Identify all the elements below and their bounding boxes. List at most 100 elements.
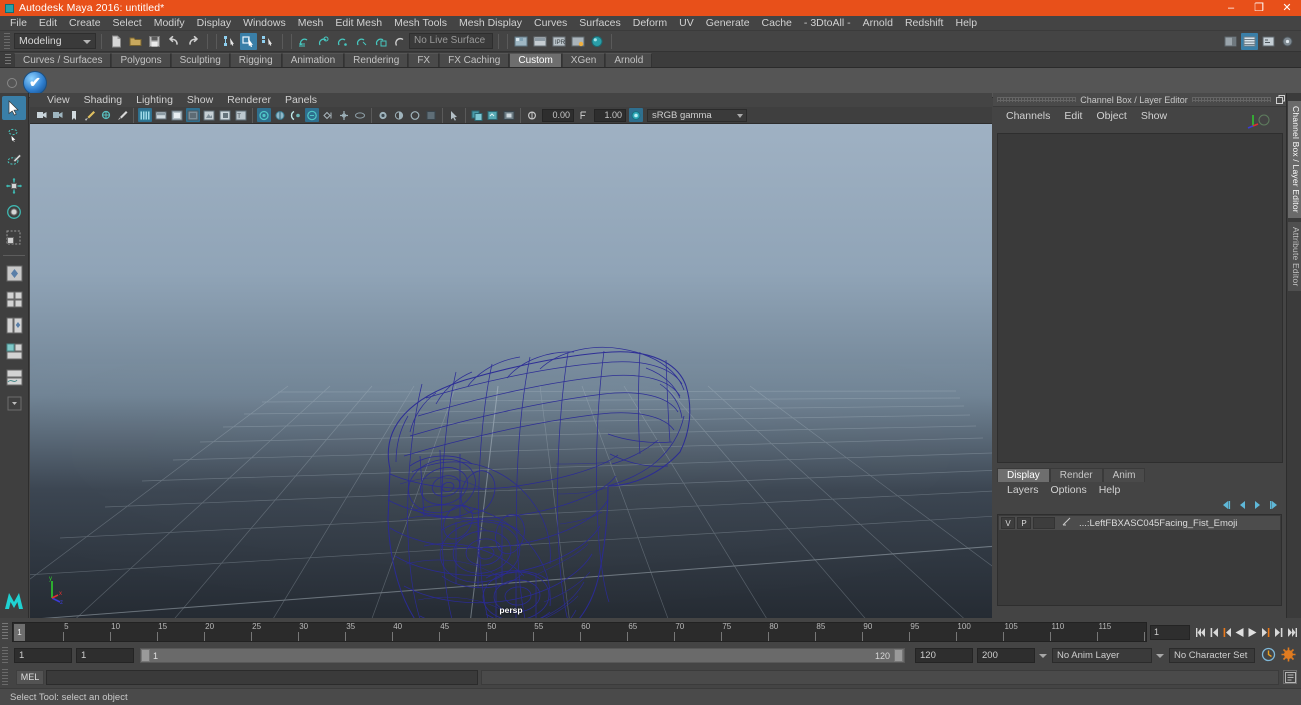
channel-menu-channels[interactable]: Channels	[999, 107, 1057, 125]
chevron-down-icon[interactable]	[1037, 648, 1048, 663]
shelf-tab-sculpting[interactable]: Sculpting	[170, 53, 230, 67]
range-end-field[interactable]: 120	[915, 648, 973, 663]
shelf-tab-custom[interactable]: Custom	[509, 53, 562, 67]
layer-color-swatch[interactable]	[1033, 517, 1055, 529]
persp-graph-layout[interactable]	[2, 365, 26, 389]
render-settings-icon[interactable]	[569, 33, 586, 50]
select-by-hierarchy-icon[interactable]	[221, 33, 238, 50]
go-to-start-icon[interactable]	[1194, 625, 1207, 640]
shelf-tab-animation[interactable]: Animation	[281, 53, 345, 67]
scale-tool[interactable]	[2, 226, 26, 250]
animation-preferences-icon[interactable]	[1281, 647, 1296, 665]
command-line-grip[interactable]	[2, 669, 8, 686]
auto-keyframe-icon[interactable]	[1261, 647, 1276, 665]
xray-joints-icon[interactable]	[353, 108, 367, 122]
snap-to-curve-icon[interactable]	[315, 33, 332, 50]
close-button[interactable]: ✕	[1273, 0, 1301, 16]
menu-mesh-display[interactable]: Mesh Display	[453, 16, 528, 31]
undock-icon[interactable]	[1275, 94, 1286, 105]
menu-surfaces[interactable]: Surfaces	[573, 16, 626, 31]
layer-menu-help[interactable]: Help	[1093, 482, 1127, 498]
layer-first-icon[interactable]	[1220, 500, 1232, 511]
motion-blur-icon[interactable]	[257, 108, 271, 122]
persp-outliner-layout[interactable]	[2, 313, 26, 337]
exposure-reset-icon[interactable]	[525, 108, 539, 122]
range-start-field[interactable]: 1	[76, 648, 134, 663]
snapshot-icon[interactable]	[502, 108, 516, 122]
play-forwards-icon[interactable]	[1246, 625, 1259, 640]
paint-select-tool[interactable]	[2, 148, 26, 172]
maximize-button[interactable]: ❐	[1245, 0, 1273, 16]
shelf-tab-fx-caching[interactable]: FX Caching	[439, 53, 510, 67]
make-live-icon[interactable]	[391, 33, 408, 50]
exposure-value-field[interactable]: 0.00	[542, 108, 574, 122]
shelf-tab-arnold[interactable]: Arnold	[605, 53, 653, 67]
character-set-dropdown[interactable]: No Character Set	[1169, 648, 1255, 663]
menu-curves[interactable]: Curves	[528, 16, 573, 31]
layer-visibility-toggle[interactable]: V	[1001, 517, 1015, 529]
lock-camera-icon[interactable]	[51, 108, 65, 122]
menu-uv[interactable]: UV	[673, 16, 700, 31]
smooth-shading-icon[interactable]	[154, 108, 168, 122]
contrast-icon[interactable]	[392, 108, 406, 122]
select-in-viewport-icon[interactable]	[447, 108, 461, 122]
xray-icon[interactable]	[337, 108, 351, 122]
menu-generate[interactable]: Generate	[700, 16, 756, 31]
command-input[interactable]	[46, 670, 478, 685]
chevron-down-icon[interactable]	[1154, 648, 1165, 663]
grease-pencil-icon[interactable]	[115, 108, 129, 122]
layer-menu-options[interactable]: Options	[1045, 482, 1093, 498]
snap-to-point-icon[interactable]	[334, 33, 351, 50]
bookmark-icon[interactable]	[67, 108, 81, 122]
viewport-menu-shading[interactable]: Shading	[77, 93, 130, 107]
attribute-editor-toggle-icon[interactable]	[1260, 33, 1277, 50]
playback-range-bar[interactable]: 1 120	[140, 648, 905, 663]
menu-mesh-tools[interactable]: Mesh Tools	[388, 16, 453, 31]
single-perspective-layout[interactable]	[2, 261, 26, 285]
menu-3dtoall[interactable]: - 3DtoAll -	[798, 16, 857, 31]
menu-select[interactable]: Select	[107, 16, 148, 31]
channel-menu-edit[interactable]: Edit	[1057, 107, 1089, 125]
hypershade-icon[interactable]	[588, 33, 605, 50]
menu-arnold[interactable]: Arnold	[857, 16, 899, 31]
select-camera-icon[interactable]	[35, 108, 49, 122]
shelf-tab-rigging[interactable]: Rigging	[229, 53, 282, 67]
open-scene-icon[interactable]	[127, 33, 144, 50]
menu-redshift[interactable]: Redshift	[899, 16, 950, 31]
menu-mesh[interactable]: Mesh	[292, 16, 330, 31]
redo-icon[interactable]	[184, 33, 201, 50]
menuset-dropdown[interactable]: Modeling	[14, 33, 96, 49]
step-back-keyframe-icon[interactable]	[1207, 625, 1220, 640]
anim-layer-dropdown[interactable]: No Anim Layer	[1052, 648, 1152, 663]
shelf-grip[interactable]	[5, 54, 11, 66]
panel-drag-dots[interactable]	[1191, 97, 1271, 102]
time-slider-grip[interactable]	[2, 623, 8, 641]
step-forward-keyframe-icon[interactable]	[1272, 625, 1285, 640]
anim-end-field[interactable]: 200	[977, 648, 1035, 663]
snap-to-grid-icon[interactable]	[296, 33, 313, 50]
tab-anim[interactable]: Anim	[1102, 468, 1146, 482]
menu-edit[interactable]: Edit	[33, 16, 63, 31]
shelf-tab-polygons[interactable]: Polygons	[111, 53, 171, 67]
2d-pan-zoom-icon[interactable]	[99, 108, 113, 122]
menu-modify[interactable]: Modify	[148, 16, 191, 31]
script-editor-icon[interactable]	[1283, 670, 1297, 684]
smooth-shade-all-icon[interactable]	[170, 108, 184, 122]
vtab-attribute-editor[interactable]: Attribute Editor	[1288, 221, 1301, 292]
snap-to-view-plane-icon[interactable]	[372, 33, 389, 50]
sidebar-toggle-icon[interactable]	[1222, 33, 1239, 50]
select-by-component-icon[interactable]	[259, 33, 276, 50]
statusline-grip[interactable]	[4, 32, 10, 50]
channel-menu-object[interactable]: Object	[1089, 107, 1133, 125]
select-tool[interactable]	[2, 96, 26, 120]
layer-menu-layers[interactable]: Layers	[1001, 482, 1045, 498]
ipr-render-icon[interactable]: IPR	[550, 33, 567, 50]
anim-start-field[interactable]: 1	[14, 648, 72, 663]
viewport-menu-panels[interactable]: Panels	[278, 93, 324, 107]
show-render-view-icon[interactable]	[512, 33, 529, 50]
minimize-button[interactable]: –	[1217, 0, 1245, 16]
gamma-icon[interactable]	[305, 108, 319, 122]
menu-edit-mesh[interactable]: Edit Mesh	[329, 16, 388, 31]
gamma-value-field[interactable]: 1.00	[594, 108, 626, 122]
menu-file[interactable]: File	[4, 16, 33, 31]
